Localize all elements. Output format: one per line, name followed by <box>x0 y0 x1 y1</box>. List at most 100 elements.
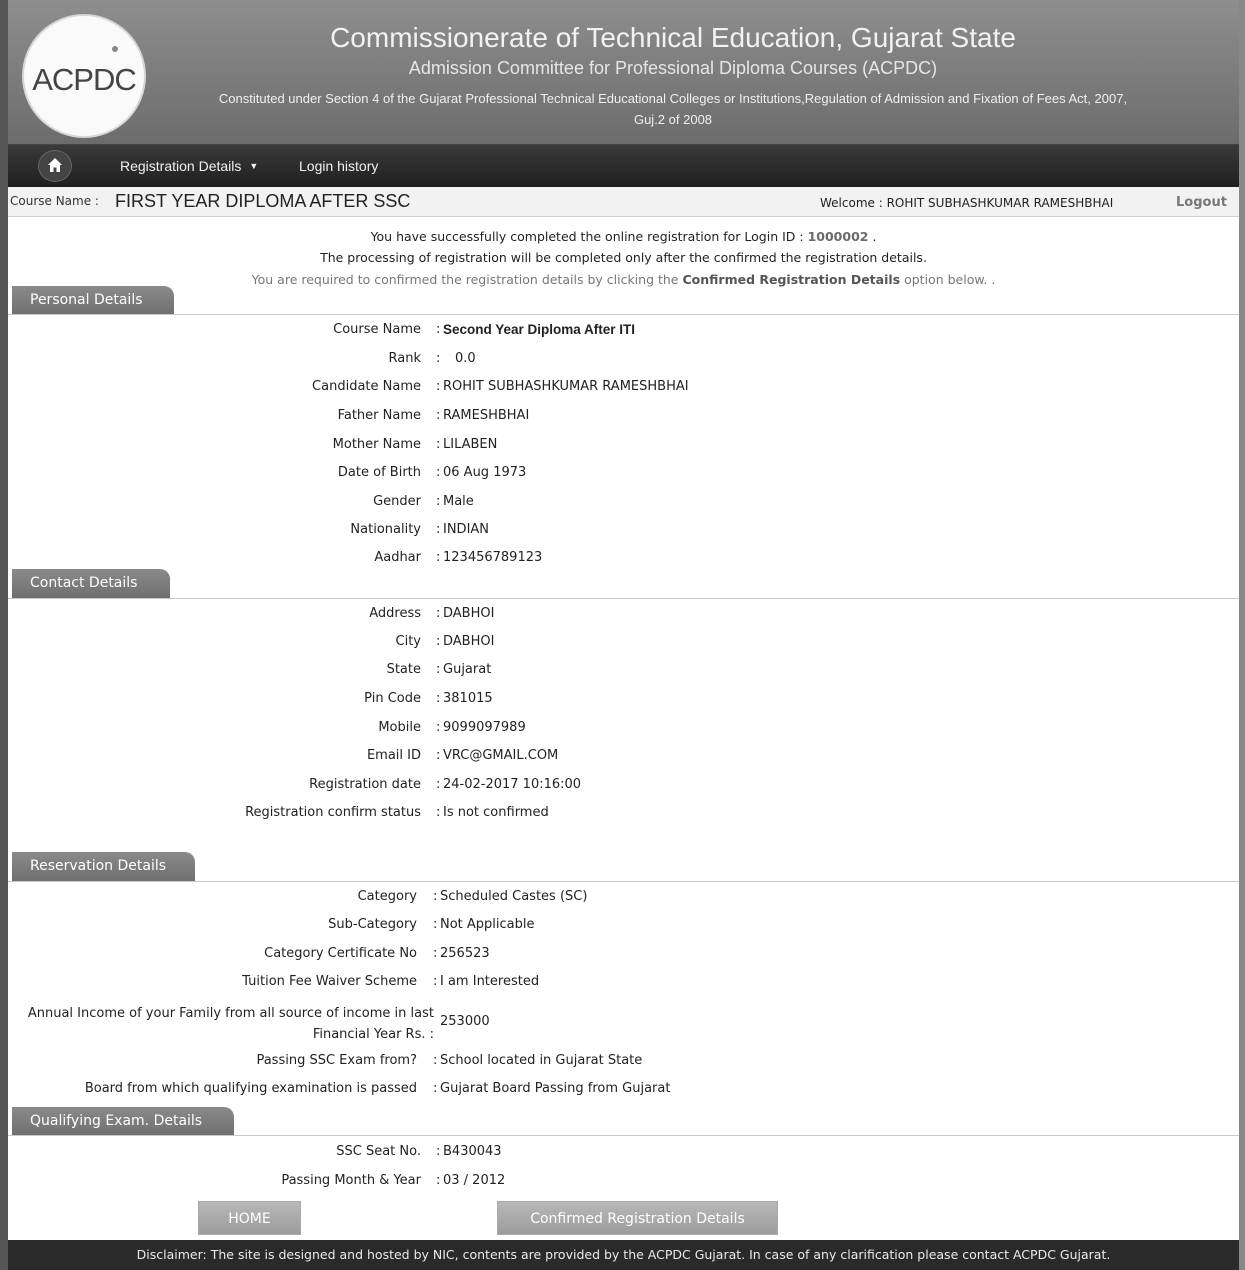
detail-row: Course Name: Second Year Diploma After IT… <box>8 322 1239 344</box>
row-label: Date of Birth <box>337 465 421 480</box>
acpdc-logo[interactable]: ACPDC <box>22 14 146 138</box>
nav-registration-label: Registration Details <box>120 158 242 174</box>
row-label: Category <box>357 889 417 904</box>
row-label: Candidate Name <box>312 379 421 394</box>
confirmed-registration-details-button[interactable]: Confirmed Registration Details <box>497 1201 778 1235</box>
row-colon: : <box>436 494 441 509</box>
row-value: 24-02-2017 10:16:00 <box>443 777 582 792</box>
nav-bar: Registration Details ▼ Login history <box>8 145 1239 187</box>
row-label: Pin Code <box>364 691 421 706</box>
row-value: VRC@GMAIL.COM <box>443 748 559 763</box>
row-label: Aadhar <box>374 550 421 565</box>
course-name-label: Course Name : <box>10 194 99 208</box>
nav-registration-details[interactable]: Registration Details ▼ <box>120 145 258 187</box>
section-divider <box>8 314 1239 315</box>
row-colon: : <box>433 946 438 961</box>
row-colon: : <box>433 1081 438 1096</box>
detail-row: Aadhar:123456789123 <box>8 550 1239 572</box>
notice-line-1: You have successfully completed the onli… <box>8 229 1239 244</box>
row-label: Nationality <box>350 522 421 537</box>
section-qualifying-exam-details: Qualifying Exam. Details <box>12 1107 234 1136</box>
section-reservation-details: Reservation Details <box>12 852 195 881</box>
page: ACPDC Commissionerate of Technical Educa… <box>0 0 1245 1270</box>
login-id: 1000002 <box>807 229 869 244</box>
notice-line3-prefix: You are required to confirmed the regist… <box>251 272 679 287</box>
row-colon: : <box>433 917 438 932</box>
income-value: 253000 <box>440 1014 490 1029</box>
row-colon: : <box>436 691 441 706</box>
notice-prefix: You have successfully completed the onli… <box>370 229 804 244</box>
footer-disclaimer: Disclaimer: The site is designed and hos… <box>8 1240 1239 1270</box>
notice-line3-bold: Confirmed Registration Details <box>682 272 901 287</box>
site-header: ACPDC Commissionerate of Technical Educa… <box>8 0 1239 145</box>
row-colon: : <box>436 634 441 649</box>
logout-link[interactable]: Logout <box>1176 195 1227 210</box>
row-label: Mother Name <box>332 437 421 452</box>
row-label: State <box>386 662 421 677</box>
row-value: LILABEN <box>443 437 498 452</box>
detail-row: Candidate Name: ROHIT SUBHASHKUMAR RAMESH… <box>8 379 1239 401</box>
row-value: DABHOI <box>443 634 495 649</box>
row-label: SSC Seat No. <box>336 1144 421 1159</box>
section-personal-details: Personal Details <box>12 286 174 315</box>
detail-row: Passing SSC Exam from?: School located in… <box>8 1053 1239 1075</box>
detail-row: Rank:0.0 <box>8 351 1239 373</box>
detail-row: Board from which qualifying examination … <box>8 1081 1239 1103</box>
detail-row: SSC Seat No.: B430043 <box>8 1144 1239 1166</box>
row-label: Board from which qualifying examination … <box>84 1081 417 1096</box>
row-value: 256523 <box>440 946 490 961</box>
row-label: Course Name <box>333 322 421 337</box>
row-value: Scheduled Castes (SC) <box>440 889 588 904</box>
row-value: INDIAN <box>443 522 490 537</box>
row-label: City <box>395 634 421 649</box>
detail-row: Category Certificate No:256523 <box>8 946 1239 968</box>
row-label: Passing Month & Year <box>281 1173 421 1188</box>
row-label: Registration confirm status <box>245 805 421 820</box>
detail-row: Passing Month & Year:03 / 2012 <box>8 1173 1239 1195</box>
row-colon: : <box>436 550 441 565</box>
row-value: B430043 <box>443 1144 502 1159</box>
detail-row: Address: DABHOI <box>8 606 1239 628</box>
home-icon[interactable] <box>38 150 72 182</box>
detail-row: Category: Scheduled Castes (SC) <box>8 889 1239 911</box>
row-value: 0.0 <box>455 351 476 366</box>
logo-dot <box>112 46 118 52</box>
row-colon: : <box>433 974 438 989</box>
detail-row: Sub-Category: Not Applicable <box>8 917 1239 939</box>
row-label: Category Certificate No <box>264 946 417 961</box>
row-colon: : <box>433 1053 438 1068</box>
row-colon: : <box>436 322 441 337</box>
header-subtitle: Admission Committee for Professional Dip… <box>408 58 938 78</box>
section-divider <box>8 598 1239 599</box>
home-button[interactable]: HOME <box>198 1201 301 1235</box>
row-colon: : <box>436 1173 441 1188</box>
row-colon: : <box>436 720 441 735</box>
detail-row: Gender: Male <box>8 494 1239 516</box>
detail-row: Mobile:9099097989 <box>8 720 1239 742</box>
row-label: Rank <box>388 351 421 366</box>
row-colon: : <box>436 465 441 480</box>
row-colon: : <box>436 662 441 677</box>
detail-row: City: DABHOI <box>8 634 1239 656</box>
detail-row: Father Name: RAMESHBHAI <box>8 408 1239 430</box>
detail-row: Pin Code:381015 <box>8 691 1239 713</box>
row-label: Email ID <box>366 748 421 763</box>
header-title: Commissionerate of Technical Education, … <box>330 22 1016 53</box>
row-value: I am Interested <box>440 974 540 989</box>
row-colon: : <box>436 351 441 366</box>
row-colon: : <box>436 379 441 394</box>
row-colon: : <box>436 805 441 820</box>
section-divider <box>8 881 1239 882</box>
course-bar: Course Name : FIRST YEAR DIPLOMA AFTER S… <box>8 187 1239 217</box>
notice-line-3: You are required to confirmed the regist… <box>8 272 1239 287</box>
row-label: Registration date <box>309 777 421 792</box>
nav-login-history[interactable]: Login history <box>299 145 378 187</box>
section-divider <box>8 1135 1239 1136</box>
detail-row: Registration date:24-02-2017 10:16:00 <box>8 777 1239 799</box>
welcome-text: Welcome : ROHIT SUBHASHKUMAR RAMESHBHAI <box>820 196 1114 210</box>
constitution-line-2: Guj.2 of 2008 <box>633 112 713 127</box>
row-colon: : <box>436 522 441 537</box>
notice-suffix: . <box>872 229 877 244</box>
row-value: Is not confirmed <box>443 805 549 820</box>
row-value: Gujarat <box>443 662 492 677</box>
